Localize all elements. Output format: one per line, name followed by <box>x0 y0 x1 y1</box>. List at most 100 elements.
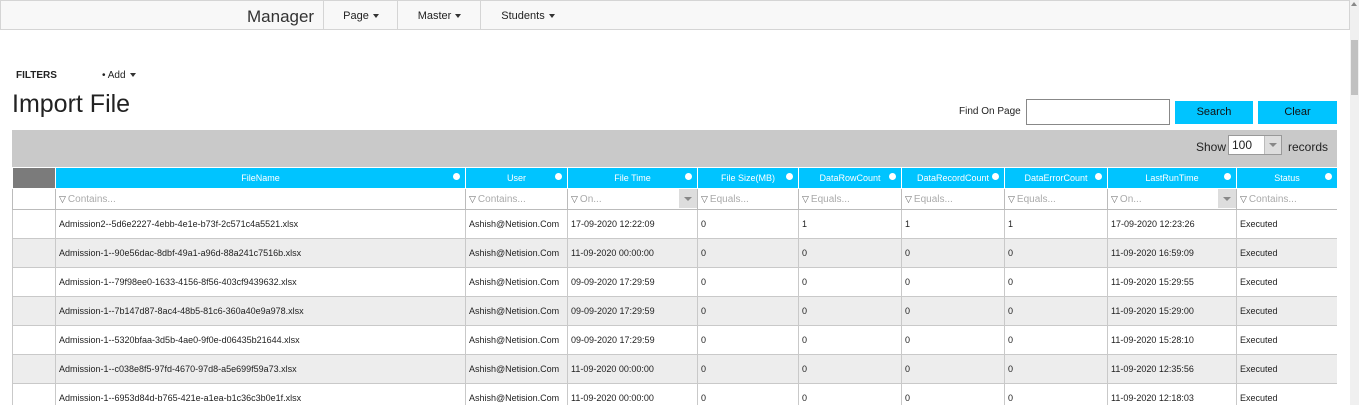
table-row[interactable]: Admission-1--7b147d87-8ac4-48b5-81c6-360… <box>12 296 1337 326</box>
gear-icon[interactable] <box>1224 173 1231 180</box>
filter-cell-filename[interactable]: ▽ Contains... <box>55 188 466 210</box>
table-cell: Ashish@Netision.Com <box>465 267 568 297</box>
table-cell: Ashish@Netision.Com <box>465 325 568 355</box>
chevron-down-icon[interactable] <box>1264 136 1281 154</box>
table-cell: 1 <box>901 209 1005 239</box>
table-row[interactable]: Admission-1--90e56dac-8dbf-49a1-a96d-88a… <box>12 238 1337 268</box>
clear-button[interactable]: Clear <box>1258 101 1337 124</box>
table-row[interactable]: Admission-1--79f98ee0-1633-4156-8f56-403… <box>12 267 1337 297</box>
records-label: records <box>1288 140 1329 154</box>
gear-icon[interactable] <box>685 173 692 180</box>
filter-cell-last-run-time[interactable]: ▽ On... <box>1107 188 1237 210</box>
vertical-scrollbar[interactable] <box>1350 0 1359 405</box>
table-cell: 09-09-2020 17:29:59 <box>567 267 698 297</box>
filter-cell-file-size[interactable]: ▽ Equals... <box>697 188 799 210</box>
gear-icon[interactable] <box>453 173 460 180</box>
row-selector-cell[interactable] <box>12 383 56 405</box>
table-cell: Executed <box>1236 209 1337 239</box>
column-header-user[interactable]: User <box>465 167 568 189</box>
table-cell: Ashish@Netision.Com <box>465 209 568 239</box>
page-size-select[interactable]: 100 <box>1228 135 1282 155</box>
filter-funnel-icon[interactable]: ▽ <box>1240 194 1247 205</box>
caret-down-icon <box>548 14 555 19</box>
table-cell: 0 <box>901 267 1005 297</box>
filter-funnel-icon[interactable]: ▽ <box>802 194 809 205</box>
row-selector-cell[interactable] <box>12 325 56 355</box>
table-cell: 0 <box>697 383 799 405</box>
table-cell: 0 <box>697 267 799 297</box>
table-cell: 0 <box>697 238 799 268</box>
filter-funnel-icon[interactable]: ▽ <box>701 194 708 205</box>
table-cell: 0 <box>901 296 1005 326</box>
table-cell: 11-09-2020 16:59:09 <box>1107 238 1237 268</box>
add-filter-dropdown[interactable]: • Add <box>102 70 136 81</box>
filter-funnel-icon[interactable]: ▽ <box>571 194 578 205</box>
row-selector-cell[interactable] <box>12 238 56 268</box>
gear-icon[interactable] <box>889 173 896 180</box>
gear-icon[interactable] <box>555 173 562 180</box>
table-row[interactable]: Admission-1--5320bfaa-3d5b-4ae0-9f0e-d06… <box>12 325 1337 355</box>
filter-funnel-icon[interactable]: ▽ <box>59 194 66 205</box>
filter-cell-data-error-count[interactable]: ▽ Equals... <box>1004 188 1108 210</box>
filter-funnel-icon[interactable]: ▽ <box>469 194 476 205</box>
caret-down-icon <box>455 14 462 19</box>
table-row[interactable]: Admission-1--6953d84d-b765-421e-a1ea-b1c… <box>12 383 1337 405</box>
filter-cell-file-time[interactable]: ▽ On... <box>567 188 698 210</box>
table-cell: 11-09-2020 15:29:55 <box>1107 267 1237 297</box>
nav-page-menu[interactable]: Page <box>323 1 398 30</box>
table-cell: 0 <box>697 354 799 384</box>
row-selector-cell[interactable] <box>12 354 56 384</box>
row-selector-cell[interactable] <box>12 267 56 297</box>
table-cell: 0 <box>901 354 1005 384</box>
brand-title[interactable]: Manager <box>247 7 314 27</box>
row-selector-cell[interactable] <box>12 296 56 326</box>
scroll-up-icon[interactable] <box>1351 2 1357 6</box>
filter-cell-data-record-count[interactable]: ▽ Equals... <box>901 188 1005 210</box>
filter-placeholder: On... <box>1119 193 1142 205</box>
row-selector-header <box>12 167 56 189</box>
gear-icon[interactable] <box>992 173 999 180</box>
table-cell: 11-09-2020 15:28:10 <box>1107 325 1237 355</box>
gear-icon[interactable] <box>786 173 793 180</box>
nav-students-menu[interactable]: Students <box>480 1 575 30</box>
table-cell: 0 <box>697 325 799 355</box>
header-row: FileName User File Time File Size(MB) Da… <box>12 167 1337 189</box>
search-button[interactable]: Search <box>1175 101 1253 124</box>
table-cell: 11-09-2020 00:00:00 <box>567 238 698 268</box>
filter-cell-data-row-count[interactable]: ▽ Equals... <box>798 188 902 210</box>
find-on-page-input[interactable] <box>1026 99 1170 125</box>
column-header-file-size[interactable]: File Size(MB) <box>697 167 799 189</box>
chevron-down-icon[interactable] <box>679 189 697 208</box>
scrollbar-thumb[interactable] <box>1351 40 1358 95</box>
filter-cell-status[interactable]: ▽ Contains... <box>1236 188 1337 210</box>
table-row[interactable]: Admission-1--c038e8f5-97fd-4670-97d8-a5e… <box>12 354 1337 384</box>
table-cell: 0 <box>901 383 1005 405</box>
filter-funnel-icon[interactable]: ▽ <box>905 194 912 205</box>
filter-cell-user[interactable]: ▽ Contains... <box>465 188 568 210</box>
table-cell: Admission-1--5320bfaa-3d5b-4ae0-9f0e-d06… <box>55 325 466 355</box>
column-header-data-error-count[interactable]: DataErrorCount <box>1004 167 1108 189</box>
column-header-filename[interactable]: FileName <box>55 167 466 189</box>
gear-icon[interactable] <box>1095 173 1102 180</box>
column-header-file-time[interactable]: File Time <box>567 167 698 189</box>
filter-funnel-icon[interactable]: ▽ <box>1111 194 1118 205</box>
table-row[interactable]: Admission2--5d6e2227-4ebb-4e1e-b73f-2c57… <box>12 209 1337 239</box>
filter-funnel-icon[interactable]: ▽ <box>1008 194 1015 205</box>
chevron-down-icon[interactable] <box>1218 189 1236 208</box>
table-cell: 0 <box>798 267 902 297</box>
page-size-value: 100 <box>1232 138 1253 152</box>
column-label: File Time <box>614 173 651 183</box>
column-header-data-row-count[interactable]: DataRowCount <box>798 167 902 189</box>
filter-row-selector <box>12 188 56 210</box>
filter-placeholder: Contains... <box>1248 193 1297 205</box>
find-on-page-label: Find On Page <box>959 106 1021 117</box>
table-cell: 11-09-2020 00:00:00 <box>567 354 698 384</box>
column-header-last-run-time[interactable]: LastRunTime <box>1107 167 1237 189</box>
filter-row: ▽ Contains... ▽ Contains... ▽ On... ▽ Equals… <box>12 188 1337 210</box>
gear-icon[interactable] <box>1325 173 1332 180</box>
nav-master-menu[interactable]: Master <box>397 1 481 30</box>
table-cell: Executed <box>1236 354 1337 384</box>
column-header-data-record-count[interactable]: DataRecordCount <box>901 167 1005 189</box>
column-header-status[interactable]: Status <box>1236 167 1337 189</box>
row-selector-cell[interactable] <box>12 209 56 239</box>
